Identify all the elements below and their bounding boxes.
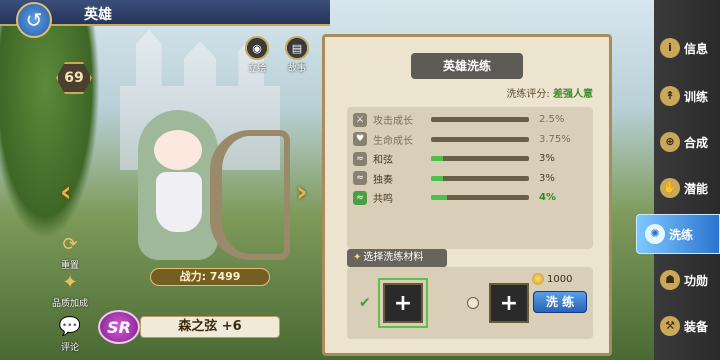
panel-title: 英雄洗练 [411, 53, 523, 79]
tree-decoration [0, 20, 100, 240]
wash-score: 洗练评分: 差强人意 [506, 85, 593, 100]
stat-row: ≈ 和弦 3% [353, 149, 587, 168]
tab-medal[interactable]: ☗ 功勋 [654, 260, 720, 300]
power-label: 战力: 7499 [150, 268, 270, 286]
stat-row: ≈ 共鸣 4% [353, 188, 587, 207]
coin-icon [532, 273, 544, 285]
material-area: ✔ + + 1000 洗 练 [347, 267, 593, 339]
tab-info[interactable]: i 信息 [654, 28, 720, 68]
medal-icon: ☗ [660, 270, 680, 290]
material-radio[interactable] [467, 297, 479, 309]
hero-name: 森之弦 +6 [140, 316, 280, 338]
tab-potential[interactable]: ✋ 潜能 [654, 168, 720, 208]
portrait-label: 立绘 [247, 64, 266, 74]
heart-icon: ♥ [353, 132, 367, 146]
tab-equip[interactable]: ⚒ 装备 [654, 306, 720, 346]
wash-panel: 英雄洗练 洗练评分: 差强人意 ⚔ 攻击成长 2.5% ♥ 生命成长 3.75% ≈ 和弦… [322, 34, 612, 356]
page-title: 英雄 [84, 7, 112, 23]
portrait-button[interactable]: ◉ 立绘 [242, 36, 272, 74]
wash-button[interactable]: 洗 练 [533, 291, 587, 313]
merge-icon: ⊕ [660, 132, 680, 152]
stat-bar [431, 195, 529, 200]
stat-name: 和弦 [373, 155, 393, 166]
cost-value: 1000 [547, 273, 573, 285]
reset-icon: ⟳ [62, 234, 78, 255]
stats-list: ⚔ 攻击成长 2.5% ♥ 生命成长 3.75% ≈ 和弦 3% ≈ 独奏 3% ≈ 共鸣 4% [347, 107, 593, 249]
comment-icon: 💬 [58, 316, 82, 337]
quality-button[interactable]: ✦ 品质加成 [52, 272, 88, 309]
story-label: 故事 [287, 64, 306, 74]
chord-icon: ≈ [353, 151, 367, 166]
story-button[interactable]: ▤ 故事 [282, 36, 312, 74]
comment-label: 评论 [60, 343, 79, 353]
stat-row: ⚔ 攻击成长 2.5% [353, 110, 587, 129]
stat-value: 3% [539, 172, 555, 184]
comment-button[interactable]: 💬 评论 [52, 316, 88, 353]
tab-label: 合成 [684, 135, 709, 150]
stat-value: 3.75% [539, 133, 571, 145]
stat-name: 生命成长 [373, 135, 413, 147]
tab-label: 信息 [684, 41, 709, 56]
solo-icon: ≈ [353, 171, 367, 185]
stat-value: 2.5% [539, 114, 565, 125]
next-hero-arrow[interactable]: › [296, 175, 308, 208]
material-header: ✦ 选择洗练材料 [347, 249, 447, 267]
side-tabs: i 信息 ↟ 训练 ⊕ 合成 ✋ 潜能 ✺ 洗练 ☗ 功勋 ⚒ 装备 [636, 0, 720, 360]
score-label: 洗练评分: [506, 89, 550, 100]
material-title: 选择洗练材料 [363, 252, 424, 263]
harp-decoration [210, 130, 290, 260]
reset-label: 重置 [60, 261, 79, 271]
back-arrow-icon: ↺ [25, 8, 43, 32]
stat-name: 攻击成长 [373, 116, 413, 127]
quality-label: 品质加成 [52, 299, 89, 309]
equip-icon: ⚒ [660, 316, 680, 336]
wash-icon: ✺ [645, 224, 665, 244]
reset-button[interactable]: ⟳ 重置 [52, 234, 88, 271]
tab-train[interactable]: ↟ 训练 [654, 76, 720, 116]
stat-bar [431, 117, 529, 122]
back-button[interactable]: ↺ [16, 2, 52, 38]
stat-value: 4% [539, 192, 556, 203]
stat-name: 共鸣 [373, 194, 393, 205]
cost-display: 1000 [532, 273, 572, 285]
star-icon: ✦ [353, 252, 362, 263]
stat-bar [431, 175, 529, 181]
stat-row: ≈ 独奏 3% [353, 169, 587, 188]
prev-hero-arrow[interactable]: ‹ [60, 175, 72, 208]
quality-icon: ✦ [62, 272, 78, 293]
stat-row: ♥ 生命成长 3.75% [353, 130, 587, 149]
tab-label: 洗练 [669, 227, 694, 242]
stat-bar [431, 156, 529, 161]
stat-name: 独奏 [373, 174, 393, 186]
attack-icon: ⚔ [353, 112, 367, 127]
book-icon: ▤ [285, 36, 309, 60]
tab-label: 潜能 [684, 181, 709, 196]
material-slot-2[interactable]: + [489, 283, 529, 323]
tab-label: 装备 [684, 319, 709, 334]
tab-label: 功勋 [684, 273, 709, 288]
tab-merge[interactable]: ⊕ 合成 [654, 122, 720, 162]
stat-bar [431, 136, 529, 142]
check-icon[interactable]: ✔ [359, 295, 371, 311]
rarity-badge: SR [98, 310, 140, 344]
stat-value: 3% [539, 153, 555, 164]
material-slot-1[interactable]: + [378, 278, 428, 328]
resonance-icon: ≈ [353, 190, 367, 205]
potential-icon: ✋ [660, 178, 680, 198]
info-icon: i [660, 38, 680, 58]
tab-label: 训练 [684, 89, 709, 104]
eye-icon: ◉ [245, 36, 269, 60]
score-value: 差强人意 [553, 89, 593, 100]
tab-wash[interactable]: ✺ 洗练 [636, 214, 720, 254]
train-icon: ↟ [660, 86, 680, 106]
